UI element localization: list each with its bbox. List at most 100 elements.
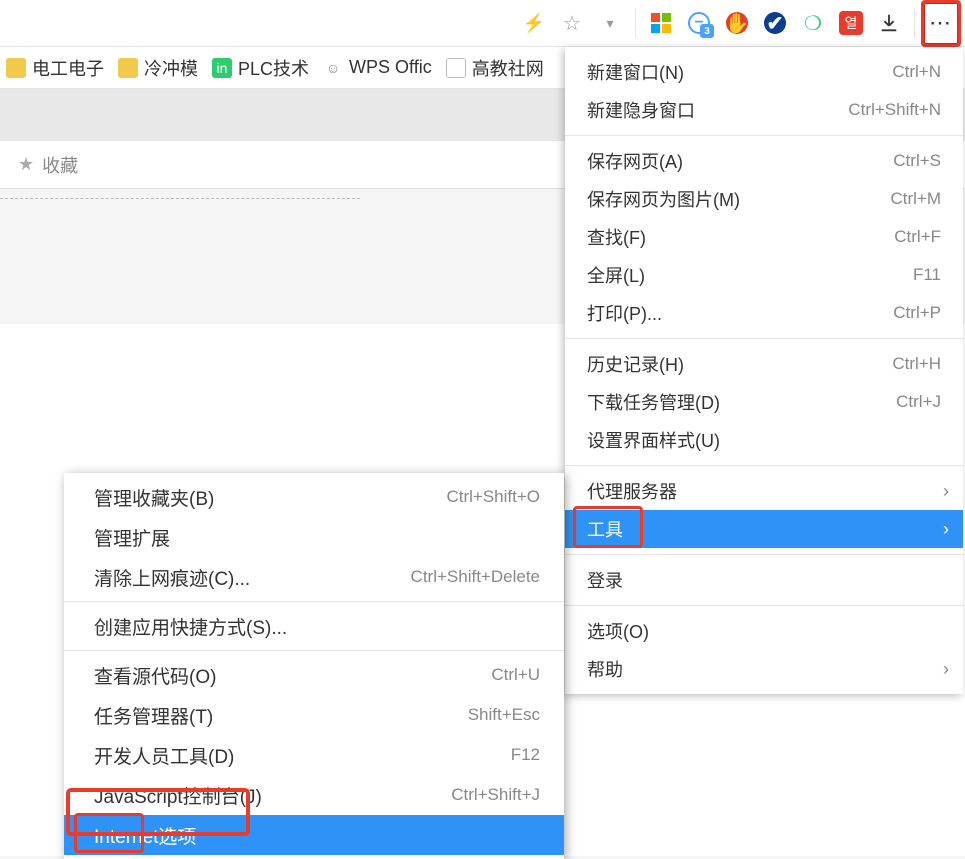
screenshot-crop-edge [0, 189, 360, 199]
menu-divider [565, 554, 963, 555]
tools-submenu-item[interactable]: JavaScript控制台(J)Ctrl+Shift+J [64, 775, 564, 815]
menu-item-shortcut: Ctrl+F [894, 227, 941, 247]
menu-divider [64, 601, 564, 602]
tools-submenu-item[interactable]: 管理收藏夹(B)Ctrl+Shift+O [64, 477, 564, 517]
more-menu-button[interactable]: ⋯ [921, 0, 961, 47]
zoom-icon[interactable]: −3 [682, 6, 716, 40]
menu-item-shortcut: Ctrl+S [893, 151, 941, 171]
main-menu-item[interactable]: 保存网页为图片(M)Ctrl+M [565, 180, 963, 218]
tools-submenu-item[interactable]: 查看源代码(O)Ctrl+U [64, 655, 564, 695]
menu-item-label: Internet选项 [94, 822, 540, 849]
main-menu-item[interactable]: 历史记录(H)Ctrl+H [565, 345, 963, 383]
menu-item-label: 查找(F) [587, 224, 894, 250]
zoom-badge: 3 [700, 24, 714, 38]
toolbar-separator [914, 8, 915, 38]
menu-item-label: 下载任务管理(D) [587, 389, 896, 415]
menu-divider [565, 135, 963, 136]
main-menu-item[interactable]: 打印(P)...Ctrl+P [565, 294, 963, 332]
bookmark-item[interactable]: 电工电子 [6, 55, 104, 81]
bookmark-item[interactable]: 高教社网 [446, 55, 544, 81]
menu-item-label: 新建窗口(N) [587, 59, 892, 85]
menu-item-label: 打印(P)... [587, 300, 893, 326]
menu-item-label: 保存网页(A) [587, 148, 893, 174]
download-icon[interactable] [872, 6, 906, 40]
menu-item-label: 选项(O) [587, 618, 941, 644]
menu-item-shortcut: Ctrl+J [896, 392, 941, 412]
main-menu-item[interactable]: 工具› [565, 510, 963, 548]
menu-divider [565, 605, 963, 606]
star-icon[interactable]: ☆ [555, 6, 589, 40]
extension-icon[interactable]: 열 [834, 6, 868, 40]
main-menu-item[interactable]: 选项(O) [565, 612, 963, 650]
menu-item-label: 帮助 [587, 656, 941, 682]
toolbar-separator [635, 8, 636, 38]
chevron-right-icon: › [943, 519, 949, 540]
star-icon: ★ [18, 154, 34, 175]
drop-icon[interactable]: ❍ [796, 6, 830, 40]
menu-divider [565, 338, 963, 339]
main-menu-item[interactable]: 查找(F)Ctrl+F [565, 218, 963, 256]
main-menu-item[interactable]: 帮助› [565, 650, 963, 688]
browser-toolbar: ⚡ ☆ ▾ −3 ✋ ✔ ❍ 열 ⋯ [0, 0, 965, 47]
bookmark-label: PLC技术 [238, 55, 309, 81]
bookmark-icon: ☺ [323, 58, 343, 78]
chevron-down-icon[interactable]: ▾ [593, 6, 627, 40]
menu-item-shortcut: Ctrl+Shift+O [446, 487, 540, 507]
bookmark-icon: in [212, 58, 232, 78]
bookmark-item[interactable]: 冷冲模 [118, 55, 198, 81]
menu-item-label: 开发人员工具(D) [94, 742, 511, 769]
menu-item-label: JavaScript控制台(J) [94, 782, 451, 809]
main-menu-item[interactable]: 全屏(L)F11 [565, 256, 963, 294]
menu-item-shortcut: Ctrl+Shift+N [848, 100, 941, 120]
bookmark-icon [6, 58, 26, 78]
tools-submenu-item[interactable]: 清除上网痕迹(C)...Ctrl+Shift+Delete [64, 557, 564, 597]
menu-item-label: 查看源代码(O) [94, 662, 491, 689]
tools-submenu-item[interactable]: 开发人员工具(D)F12 [64, 735, 564, 775]
main-menu-item[interactable]: 设置界面样式(U) [565, 421, 963, 459]
menu-item-shortcut: Ctrl+H [892, 354, 941, 374]
menu-item-label: 设置界面样式(U) [587, 427, 941, 453]
bolt-icon[interactable]: ⚡ [517, 6, 551, 40]
microsoft-icon[interactable] [644, 6, 678, 40]
adblock-icon[interactable]: ✋ [720, 6, 754, 40]
bookmark-item[interactable]: in PLC技术 [212, 55, 309, 81]
tools-submenu: 管理收藏夹(B)Ctrl+Shift+O管理扩展清除上网痕迹(C)...Ctrl… [64, 473, 564, 859]
menu-item-label: 任务管理器(T) [94, 702, 468, 729]
menu-item-shortcut: Shift+Esc [468, 705, 540, 725]
bookmark-item[interactable]: ☺ WPS Offic [323, 57, 432, 78]
menu-item-label: 清除上网痕迹(C)... [94, 564, 411, 591]
bookmark-icon [118, 58, 138, 78]
main-menu-item[interactable]: 保存网页(A)Ctrl+S [565, 142, 963, 180]
main-menu-item[interactable]: 新建隐身窗口Ctrl+Shift+N [565, 91, 963, 129]
bookmark-label: WPS Offic [349, 57, 432, 78]
menu-item-label: 新建隐身窗口 [587, 97, 848, 123]
menu-item-label: 登录 [587, 567, 941, 593]
main-menu-item[interactable]: 下载任务管理(D)Ctrl+J [565, 383, 963, 421]
bookmark-label: 电工电子 [32, 55, 104, 81]
menu-item-label: 保存网页为图片(M) [587, 186, 890, 212]
menu-item-shortcut: Ctrl+P [893, 303, 941, 323]
bookmark-icon [446, 58, 466, 78]
tools-submenu-item[interactable]: 任务管理器(T)Shift+Esc [64, 695, 564, 735]
main-menu-item[interactable]: 登录 [565, 561, 963, 599]
main-menu: 新建窗口(N)Ctrl+N新建隐身窗口Ctrl+Shift+N保存网页(A)Ct… [565, 47, 963, 694]
menu-item-label: 全屏(L) [587, 262, 913, 288]
menu-item-shortcut: Ctrl+N [892, 62, 941, 82]
favorites-button[interactable]: ★ 收藏 [0, 152, 483, 178]
menu-item-shortcut: Ctrl+U [491, 665, 540, 685]
menu-item-label: 创建应用快捷方式(S)... [94, 613, 540, 640]
main-menu-item[interactable]: 代理服务器› [565, 472, 963, 510]
main-menu-item[interactable]: 新建窗口(N)Ctrl+N [565, 53, 963, 91]
menu-item-label: 管理扩展 [94, 524, 540, 551]
menu-item-label: 管理收藏夹(B) [94, 484, 446, 511]
menu-item-shortcut: Ctrl+Shift+Delete [411, 567, 540, 587]
tools-submenu-item[interactable]: 创建应用快捷方式(S)... [64, 606, 564, 646]
favorites-label: 收藏 [42, 152, 78, 178]
bookmark-label: 高教社网 [472, 55, 544, 81]
shield-icon[interactable]: ✔ [758, 6, 792, 40]
menu-item-label: 工具 [587, 516, 941, 542]
tools-submenu-item[interactable]: Internet选项 [64, 815, 564, 855]
chevron-right-icon: › [943, 659, 949, 680]
tools-submenu-item[interactable]: 管理扩展 [64, 517, 564, 557]
menu-item-shortcut: Ctrl+M [890, 189, 941, 209]
